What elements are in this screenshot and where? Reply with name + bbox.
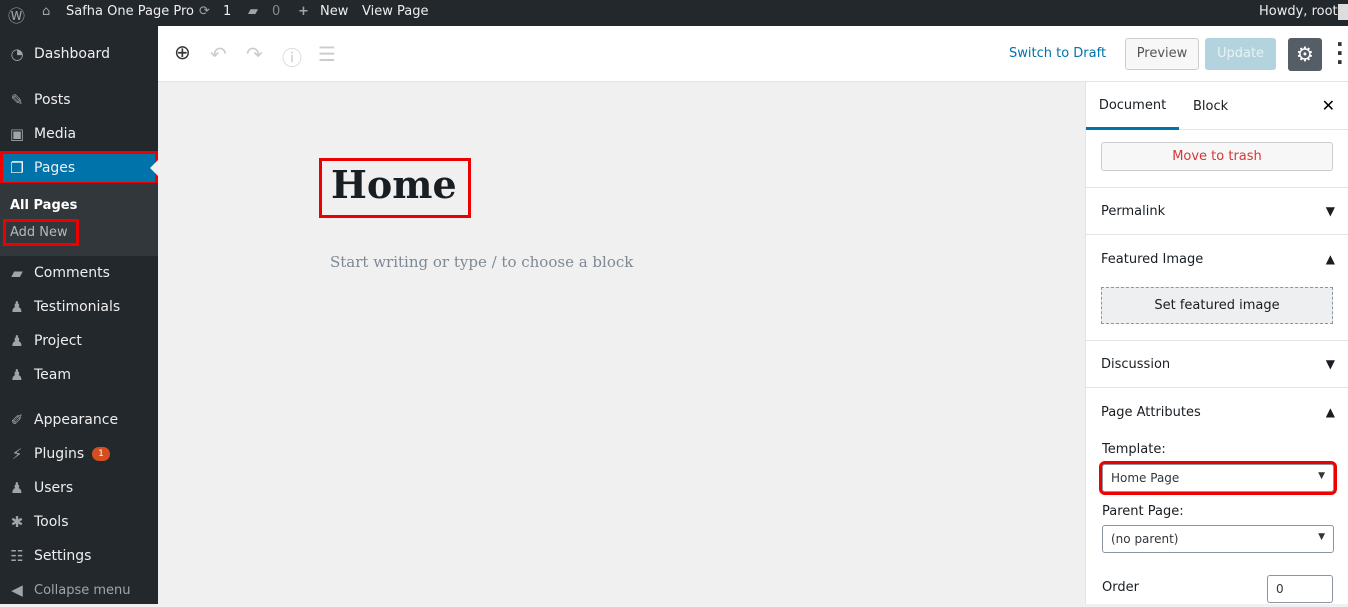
sidebar-item-pages[interactable]: ❐ Pages <box>0 151 158 185</box>
switch-to-draft-button[interactable]: Switch to Draft <box>1009 46 1106 61</box>
block-placeholder[interactable]: Start writing or type / to choose a bloc… <box>330 253 633 271</box>
featured-image-section: Featured Image ▲ Set featured image <box>1086 235 1348 341</box>
preview-button[interactable]: Preview <box>1125 38 1199 70</box>
person-icon: ♟ <box>10 298 24 316</box>
sidebar-item-label: Dashboard <box>34 46 110 62</box>
wrench-icon: ✱ <box>10 513 24 531</box>
updates-count[interactable]: 1 <box>223 4 231 19</box>
set-featured-image-button[interactable]: Set featured image <box>1101 287 1333 324</box>
sidebar-item-posts[interactable]: ✎ Posts <box>0 83 158 117</box>
updates-icon: ⟳ <box>199 4 210 19</box>
tab-document[interactable]: Document <box>1086 82 1179 130</box>
update-button[interactable]: Update <box>1205 38 1276 70</box>
settings-icon: ☷ <box>10 547 24 565</box>
settings-gear-button[interactable]: ⚙ <box>1288 38 1322 71</box>
sidebar-item-tools[interactable]: ✱ Tools <box>0 505 158 539</box>
current-arrow <box>142 160 158 176</box>
template-label: Template: <box>1102 442 1166 457</box>
more-options-icon[interactable]: · · · <box>1336 34 1344 72</box>
sidebar-item-team[interactable]: ♟ Team <box>0 358 158 392</box>
home-icon: ⌂ <box>42 4 51 19</box>
panel-tabs: Document Block ✕ <box>1086 82 1348 130</box>
undo-icon[interactable]: ↶ <box>210 42 227 66</box>
collapse-icon: ◀ <box>11 581 23 599</box>
pages-submenu <box>0 183 158 256</box>
submenu-all-pages[interactable]: All Pages <box>10 198 77 213</box>
chevron-down-icon: ▼ <box>1325 204 1335 218</box>
media-icon: ▣ <box>9 125 25 143</box>
trash-section: Move to trash <box>1086 130 1348 188</box>
new-link[interactable]: New <box>320 4 348 19</box>
sidebar-item-dashboard[interactable]: ◔ Dashboard <box>0 37 158 71</box>
sidebar-item-label: Users <box>34 480 74 496</box>
permalink-section[interactable]: Permalink ▼ <box>1086 188 1348 235</box>
sidebar-item-label: Comments <box>34 265 110 281</box>
sidebar-item-label: Media <box>34 126 77 142</box>
pages-icon: ❐ <box>10 159 24 177</box>
sidebar-item-label: Pages <box>34 160 76 176</box>
sidebar-item-label: Settings <box>34 548 92 564</box>
collapse-menu-button[interactable]: ◀ Collapse menu <box>0 573 158 607</box>
post-title[interactable]: Home <box>331 162 457 207</box>
move-to-trash-button[interactable]: Move to trash <box>1101 142 1333 171</box>
sidebar-item-testimonials[interactable]: ♟ Testimonials <box>0 290 158 324</box>
sidebar-item-label: Team <box>34 367 72 383</box>
redo-icon[interactable]: ↷ <box>246 42 263 66</box>
brush-icon: ✐ <box>10 411 24 429</box>
submenu-add-new[interactable]: Add New <box>3 219 79 246</box>
avatar[interactable] <box>1338 4 1348 20</box>
person-icon: ♟ <box>10 332 24 350</box>
sidebar-item-label: Project <box>34 333 82 349</box>
tab-block[interactable]: Block <box>1193 99 1228 114</box>
sidebar-item-label: Appearance <box>34 412 119 428</box>
sidebar-item-users[interactable]: ♟ Users <box>0 471 158 505</box>
update-count-badge: 1 <box>92 447 110 461</box>
settings-panel: Document Block ✕ Move to trash Permalink… <box>1085 82 1348 604</box>
sidebar-item-label: Plugins <box>34 446 85 462</box>
outline-icon[interactable]: ☰ <box>318 42 336 66</box>
parent-page-label: Parent Page: <box>1102 504 1184 519</box>
admin-sidebar: ◔ Dashboard ✎ Posts ▣ Media ❐ Pages ▰ Comments ♟ Te… <box>0 26 158 604</box>
sidebar-item-label: Tools <box>34 514 69 530</box>
add-block-icon[interactable]: ⊕ <box>174 40 191 64</box>
users-icon: ♟ <box>10 479 24 497</box>
person-icon: ♟ <box>10 366 24 384</box>
comment-icon: ▰ <box>248 4 258 19</box>
editor-toolbar: ⊕ ↶ ↷ ⓘ ☰ Switch to Draft Preview Update… <box>158 26 1348 82</box>
pin-icon: ✎ <box>10 91 24 109</box>
admin-bar: Ⓦ ⌂ Safha One Page Pro ⟳ 1 ▰ 0 + New Vie… <box>0 0 1348 27</box>
sidebar-item-project[interactable]: ♟ Project <box>0 324 158 358</box>
plugin-icon: ⚡ <box>11 445 23 463</box>
parent-page-select[interactable]: (no parent) ▼ <box>1102 525 1334 553</box>
sidebar-item-media[interactable]: ▣ Media <box>0 117 158 151</box>
comment-icon: ▰ <box>11 264 23 282</box>
dashboard-icon: ◔ <box>10 45 24 63</box>
sidebar-item-comments[interactable]: ▰ Comments <box>0 256 158 290</box>
template-select[interactable]: Home Page ▼ <box>1099 461 1337 495</box>
sidebar-item-plugins[interactable]: ⚡ Plugins 1 <box>0 437 158 471</box>
comments-count[interactable]: 0 <box>272 4 280 19</box>
chevron-up-icon[interactable]: ▲ <box>1326 252 1335 266</box>
plus-icon: + <box>298 4 309 19</box>
sidebar-item-settings[interactable]: ☷ Settings <box>0 539 158 573</box>
wordpress-logo-icon[interactable]: Ⓦ <box>8 2 25 27</box>
discussion-section[interactable]: Discussion ▼ <box>1086 341 1348 388</box>
order-input[interactable]: 0 <box>1267 575 1333 603</box>
order-label: Order <box>1102 580 1139 595</box>
site-name-link[interactable]: Safha One Page Pro <box>66 4 194 19</box>
sidebar-item-label: Testimonials <box>34 299 121 315</box>
sidebar-item-label: Posts <box>34 92 71 108</box>
chevron-up-icon[interactable]: ▲ <box>1326 405 1335 419</box>
close-icon[interactable]: ✕ <box>1322 96 1335 115</box>
info-icon[interactable]: ⓘ <box>282 42 302 71</box>
sidebar-item-appearance[interactable]: ✐ Appearance <box>0 403 158 437</box>
howdy-link[interactable]: Howdy, root <box>1259 4 1338 19</box>
chevron-down-icon: ▼ <box>1325 357 1335 371</box>
view-page-link[interactable]: View Page <box>362 4 428 19</box>
